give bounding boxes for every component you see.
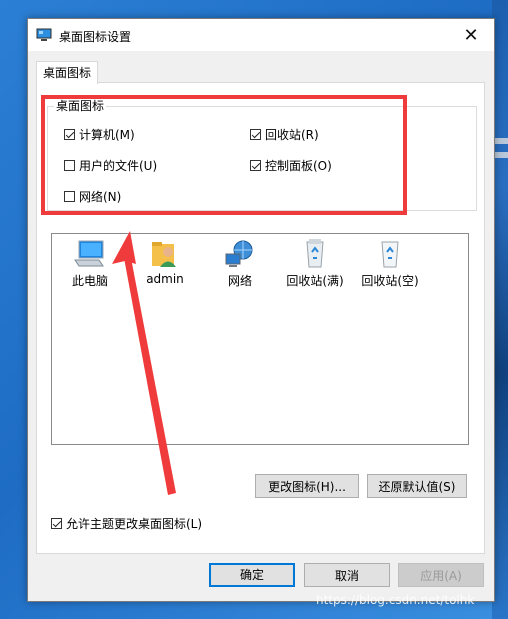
restore-default-button-label: 还原默认值(S) (378, 480, 456, 494)
checkbox-box[interactable] (51, 518, 62, 529)
icon-label: 回收站(空) (361, 274, 419, 288)
icon-label: 此电脑 (71, 274, 108, 288)
checkbox-label: 网络(N) (79, 190, 122, 204)
recycle-bin-full-icon (306, 239, 324, 268)
icon-item-recycle-full[interactable]: 回收站(满) (280, 238, 350, 289)
network-icon (225, 240, 253, 267)
desktop-icon-settings-dialog: 桌面图标设置 ✕ 桌面图标 桌面图标 计算机(M) 回收站(R) 用户的文件(U… (27, 18, 495, 602)
checkbox-label: 允许主题更改桌面图标(L) (66, 517, 203, 531)
checkbox-control-panel[interactable]: 控制面板(O) (250, 157, 332, 174)
close-icon: ✕ (463, 24, 479, 46)
ok-button-label: 确定 (239, 568, 264, 582)
checkbox-network[interactable]: 网络(N) (64, 188, 121, 205)
desktop-icons-groupbox: 桌面图标 计算机(M) 回收站(R) 用户的文件(U) 控制面板(O) 网络(N… (47, 99, 477, 211)
tab-desktop-icons[interactable]: 桌面图标 (36, 61, 98, 84)
tab-label: 桌面图标 (42, 66, 91, 80)
icon-item-this-pc[interactable]: 此电脑 (55, 238, 125, 289)
checkbox-label: 控制面板(O) (265, 159, 332, 173)
checkbox-allow-theme[interactable]: 允许主题更改桌面图标(L) (51, 515, 202, 532)
restore-default-button[interactable]: 还原默认值(S) (367, 474, 467, 498)
checkbox-label: 用户的文件(U) (79, 159, 158, 173)
tab-panel: 桌面图标 计算机(M) 回收站(R) 用户的文件(U) 控制面板(O) 网络(N… (36, 82, 485, 554)
change-icon-button[interactable]: 更改图标(H)... (255, 474, 359, 498)
checkbox-computer[interactable]: 计算机(M) (64, 126, 135, 143)
apply-button: 应用(A) (398, 563, 484, 587)
groupbox-legend: 桌面图标 (54, 99, 107, 113)
titlebar: 桌面图标设置 ✕ (28, 19, 494, 51)
icon-label: admin (146, 272, 184, 286)
window-title: 桌面图标设置 (59, 30, 132, 44)
icon-item-admin[interactable]: admin (130, 238, 200, 286)
icon-label: 网络 (227, 274, 252, 288)
checkbox-box[interactable] (64, 129, 75, 140)
recycle-bin-empty-icon (381, 241, 399, 268)
icon-label: 回收站(满) (286, 274, 344, 288)
checkbox-box[interactable] (250, 129, 261, 140)
change-icon-button-label: 更改图标(H)... (268, 480, 346, 494)
apply-button-label: 应用(A) (420, 569, 462, 583)
cancel-button-label: 取消 (334, 569, 359, 583)
checkbox-recycle-bin[interactable]: 回收站(R) (250, 126, 319, 143)
computer-icon (74, 240, 104, 267)
settings-window-icon (36, 28, 52, 41)
watermark: https://blog.csdn.net/tolhk (316, 593, 475, 607)
cancel-button[interactable]: 取消 (304, 563, 390, 587)
ok-button[interactable]: 确定 (209, 563, 295, 587)
checkbox-box[interactable] (64, 191, 75, 202)
close-button[interactable]: ✕ (448, 19, 494, 51)
icon-item-recycle-empty[interactable]: 回收站(空) (355, 238, 425, 289)
icon-preview-list[interactable]: 此电脑 admin 网络 回收站(满) 回收站(空) (51, 233, 469, 445)
user-folder-icon (152, 242, 176, 267)
checkbox-user-files[interactable]: 用户的文件(U) (64, 157, 157, 174)
checkbox-label: 计算机(M) (79, 128, 135, 142)
checkbox-label: 回收站(R) (265, 128, 319, 142)
icon-item-network[interactable]: 网络 (205, 238, 275, 289)
checkbox-box[interactable] (64, 160, 75, 171)
checkbox-box[interactable] (250, 160, 261, 171)
